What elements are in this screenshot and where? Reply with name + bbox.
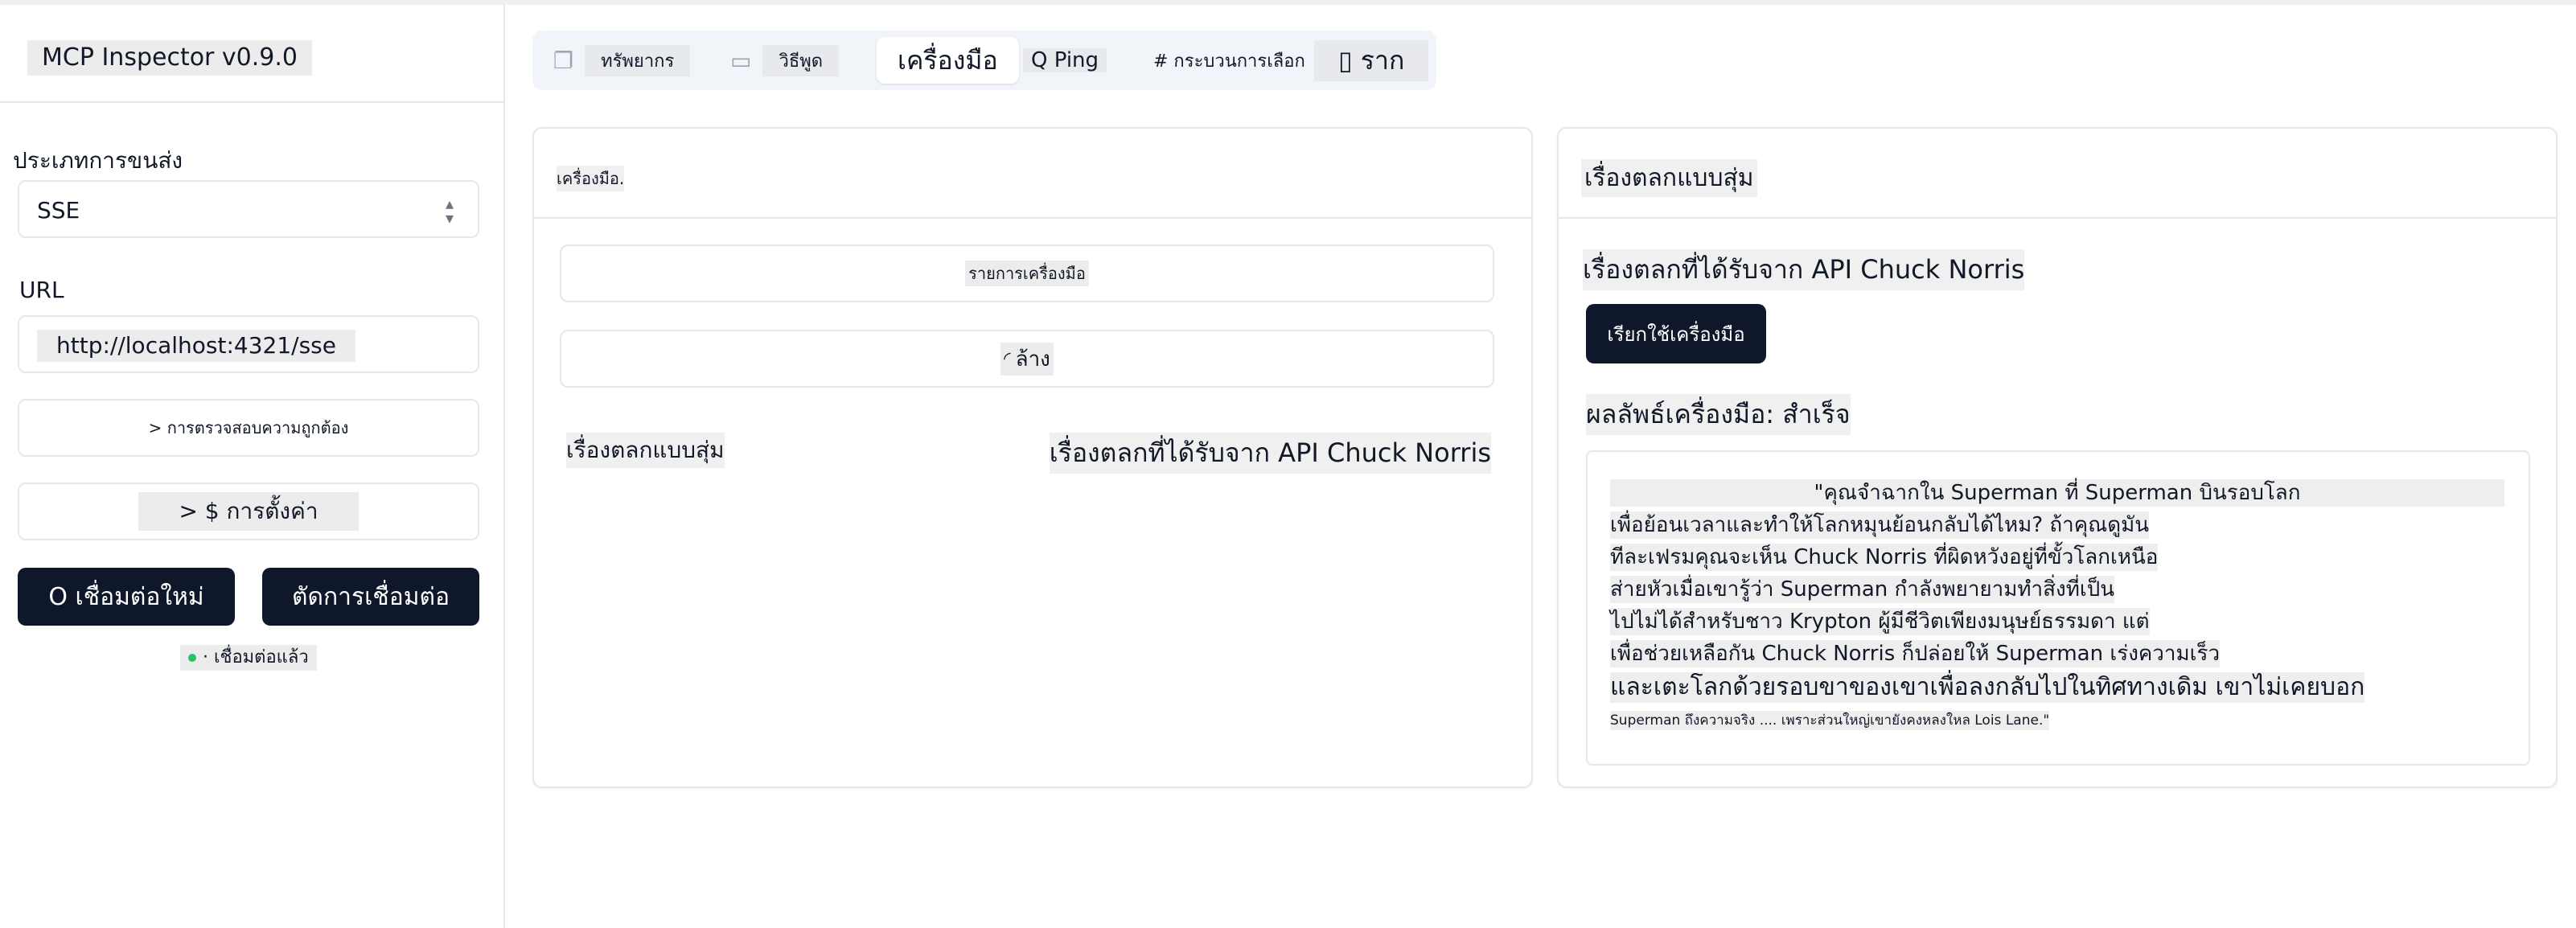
tool-list-item[interactable]: เรื่องตลกแบบสุ่ม เรื่องตลกที่ได้รับจาก A… [566,433,1491,474]
connection-status: · เชื่อมต่อแล้ว [180,645,317,671]
clear-button-label: ล้าง [1015,347,1050,372]
tool-result-output: "คุณจำฉากใน Superman ที่ Superman บินรอบ… [1586,450,2530,766]
chevron-up-down-icon: ▴ ▾ [445,194,454,228]
clear-button[interactable]: ◜ ล้าง [560,330,1494,388]
reconnect-button[interactable]: O เชื่อมต่อใหม่ [18,568,235,626]
result-line: และเตะโลกด้วยรอบขาของเขาเพื่อลงกลับไปในท… [1610,672,2365,703]
tool-detail-description: เรื่องตลกที่ได้รับจาก API Chuck Norris [1583,249,2025,290]
transport-type-label: ประเภทการขนส่ง [13,147,183,174]
transport-type-select[interactable]: SSE ▴ ▾ [18,180,479,238]
list-tools-button[interactable]: รายการเครื่องมือ [560,244,1494,302]
app-title: MCP Inspector v0.9.0 [27,40,313,76]
configuration-button[interactable]: > $ การตั้งค่า [18,482,479,540]
tab-ping[interactable]: Q Ping [1023,37,1107,84]
result-line: "คุณจำฉากใน Superman ที่ Superman บินรอบ… [1610,479,2504,507]
transport-type-value: SSE [37,197,80,224]
tab-tools[interactable]: เครื่องมือ [877,37,1019,84]
tab-prompts[interactable]: ▭ วิธีพูด [730,37,840,84]
result-line: เพื่อย้อนเวลาและทำให้โลกหมุนย้อนกลับได้ไ… [1610,511,2150,539]
tab-resources[interactable]: ❐ ทรัพยากร [553,37,691,84]
tools-panel-header: เครื่องมือ. [534,129,1531,219]
tab-sampling-label: # กระบวนการเลือก [1153,51,1305,72]
message-icon: ▭ [730,47,752,74]
files-icon: ❐ [553,47,574,74]
loading-icon: ◜ [1004,348,1011,369]
result-line: ส่ายหัวเมื่อเขารู้ว่า Superman กำลังพยาย… [1610,576,2115,603]
tab-prompts-label: วิธีพูด [762,44,840,76]
tool-name: เรื่องตลกแบบสุ่ม [566,433,725,468]
sidebar-divider [0,101,503,103]
configuration-button-label: > $ การตั้งค่า [138,492,359,531]
tab-sampling[interactable]: # กระบวนการเลือก [1144,37,1315,84]
tool-result-label: ผลลัพธ์เครื่องมือ: สำเร็จ [1586,394,1851,435]
authentication-button[interactable]: > การตรวจสอบความถูกต้อง [18,399,479,457]
run-tool-button[interactable]: เรียกใช้เครื่องมือ [1586,304,1766,363]
url-input[interactable]: http://localhost:4321/sse [18,315,479,373]
tab-ping-label: Q Ping [1023,48,1107,72]
tool-detail-title: เรื่องตลกแบบสุ่ม [1581,159,1757,197]
url-label: URL [19,277,64,303]
clear-button-content: ◜ ล้าง [1000,342,1054,376]
tab-roots-label: ▯ ราก [1314,39,1429,81]
tools-panel: เครื่องมือ. รายการเครื่องมือ ◜ ล้าง เรื่… [532,127,1533,788]
authentication-button-label: > การตรวจสอบความถูกต้อง [148,418,349,437]
result-line: ทีละเฟรมคุณจะเห็น Chuck Norris ที่ผิดหวั… [1610,544,2159,571]
result-line: เพื่อช่วยเหลือกัน Chuck Norris ก็ปล่อยให… [1610,640,2221,667]
status-dot-icon [188,654,196,662]
tab-bar: ❐ ทรัพยากร ▭ วิธีพูด เครื่องมือ Q Ping #… [532,31,1436,90]
tool-detail-header: เรื่องตลกแบบสุ่ม [1559,129,2556,219]
url-value: http://localhost:4321/sse [37,330,355,362]
result-line: ไปไม่ได้สำหรับชาว Krypton ผู้มีชีวิตเพีย… [1610,608,2150,635]
tool-description: เรื่องตลกที่ได้รับจาก API Chuck Norris [1049,433,1491,474]
connection-status-text: · เชื่อมต่อแล้ว [203,647,309,667]
disconnect-button[interactable]: ตัดการเชื่อมต่อ [262,568,479,626]
list-tools-button-label: รายการเครื่องมือ [965,261,1089,286]
tab-resources-label: ทรัพยากร [585,44,691,76]
sidebar: MCP Inspector v0.9.0 ประเภทการขนส่ง SSE … [0,5,505,928]
tool-detail-panel: เรื่องตลกแบบสุ่ม เรื่องตลกที่ได้รับจาก A… [1557,127,2558,788]
result-line: Superman ถึงความจริง .... เพราะส่วนใหญ่เ… [1610,711,2050,730]
tab-roots[interactable]: ▯ ราก [1314,37,1429,84]
tools-panel-title: เครื่องมือ. [557,166,625,191]
tab-tools-label: เครื่องมือ [898,44,998,76]
